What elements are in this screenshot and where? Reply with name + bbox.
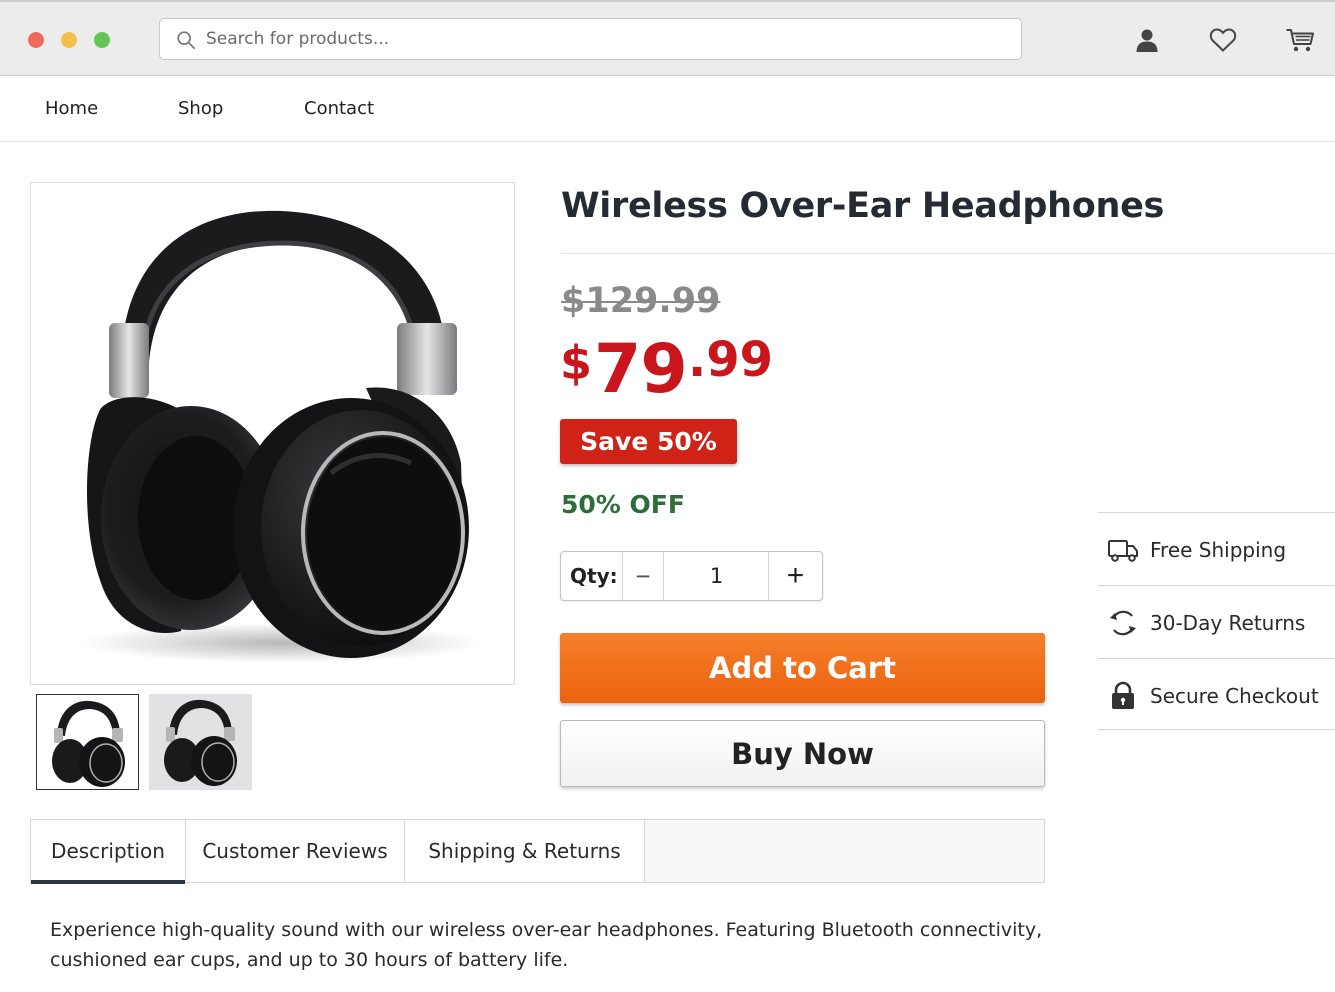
quantity-decrement-button[interactable]: − (622, 552, 664, 600)
buy-now-button[interactable]: Buy Now (560, 720, 1045, 787)
divider (561, 253, 1335, 254)
cart-icon (1286, 29, 1314, 52)
nav-shop-link[interactable]: Shop (178, 98, 223, 119)
feature-returns: 30-Day Returns (1098, 585, 1335, 658)
tab-customer-reviews[interactable]: Customer Reviews (186, 820, 405, 882)
product-thumbnail-1[interactable] (36, 694, 139, 790)
window-close-button[interactable] (28, 32, 44, 48)
tab-shipping-returns[interactable]: Shipping & Returns (405, 820, 645, 882)
headphones-image (81, 210, 481, 663)
feature-list: Free Shipping 30-Day Returns Secure Chec… (1098, 512, 1335, 730)
nav-contact-link[interactable]: Contact (304, 98, 374, 119)
wishlist-button[interactable] (1206, 24, 1240, 56)
discount-text: 50% OFF (561, 490, 685, 519)
account-button[interactable] (1130, 24, 1164, 56)
product-thumbnail-2[interactable] (149, 694, 252, 790)
lock-icon (1112, 681, 1134, 709)
main-nav: Home Shop Contact (0, 76, 1335, 142)
feature-free-shipping: Free Shipping (1098, 512, 1335, 585)
search-input[interactable] (206, 24, 1006, 54)
window-minimize-button[interactable] (61, 32, 77, 48)
refresh-icon (1110, 610, 1136, 636)
feature-label: 30-Day Returns (1150, 611, 1306, 635)
heart-icon (1209, 28, 1237, 52)
product-tabs: Description Customer Reviews Shipping & … (30, 819, 1045, 884)
save-badge: Save 50% (560, 419, 737, 464)
quantity-increment-button[interactable]: + (768, 552, 822, 600)
quantity-stepper: Qty: − + (560, 551, 823, 601)
price-decimal: .99 (688, 332, 774, 388)
nav-home-link[interactable]: Home (45, 98, 98, 119)
window-maximize-button[interactable] (94, 32, 110, 48)
price-whole: 79 (594, 330, 688, 409)
quantity-input[interactable] (665, 552, 768, 600)
top-bar (0, 0, 1335, 76)
tab-description[interactable]: Description (31, 820, 186, 884)
headphones-thumbnail-image (52, 700, 125, 787)
add-to-cart-button[interactable]: Add to Cart (560, 633, 1045, 703)
original-price: $129.99 (561, 281, 721, 321)
product-title: Wireless Over-Ear Headphones (561, 186, 1165, 226)
search-icon (177, 31, 196, 50)
product-main-image[interactable] (30, 182, 515, 685)
feature-label: Free Shipping (1150, 538, 1287, 562)
headphones-thumbnail-image (164, 699, 237, 786)
cart-button[interactable] (1283, 24, 1317, 56)
product-description: Experience high-quality sound with our w… (50, 919, 1043, 971)
price-currency: $ (560, 336, 593, 390)
feature-label: Secure Checkout (1150, 684, 1319, 708)
search-bar[interactable] (159, 18, 1022, 60)
truck-icon (1108, 540, 1138, 562)
account-icon (1136, 29, 1158, 52)
feature-secure-checkout: Secure Checkout (1098, 658, 1335, 730)
quantity-label: Qty: (570, 564, 618, 588)
